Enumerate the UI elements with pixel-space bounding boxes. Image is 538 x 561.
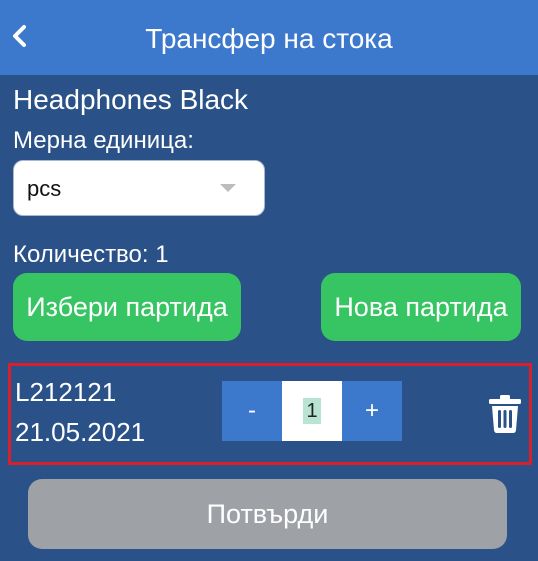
unit-label: Мерна единица: (13, 127, 194, 154)
stock-transfer-screen: Трансфер на стока Headphones Black Мерна… (0, 0, 538, 561)
new-batch-button[interactable]: Нова партида (321, 273, 521, 341)
app-header: Трансфер на стока (0, 0, 538, 75)
batch-date: 21.05.2021 (15, 417, 146, 447)
confirm-button[interactable]: Потвърди (28, 479, 507, 549)
unit-select[interactable]: pcs (13, 160, 265, 216)
product-name: Headphones Black (13, 84, 249, 115)
chevron-down-icon (220, 184, 236, 192)
unit-select-value: pcs (27, 176, 62, 201)
increment-button[interactable]: + (342, 381, 402, 441)
decrement-button[interactable]: - (222, 381, 282, 441)
quantity-label: Количество: 1 (13, 241, 169, 268)
batch-row: L212121 21.05.2021 - 1 + (8, 363, 532, 465)
delete-batch-button[interactable] (488, 394, 522, 434)
trash-icon (489, 395, 521, 433)
page-title: Трансфер на стока (145, 23, 393, 54)
select-batch-button[interactable]: Избери партида (13, 273, 241, 341)
quantity-stepper: - 1 + (222, 381, 402, 441)
quantity-input-value: 1 (303, 398, 321, 424)
quantity-input[interactable]: 1 (282, 381, 342, 441)
batch-code: L212121 (15, 377, 117, 407)
